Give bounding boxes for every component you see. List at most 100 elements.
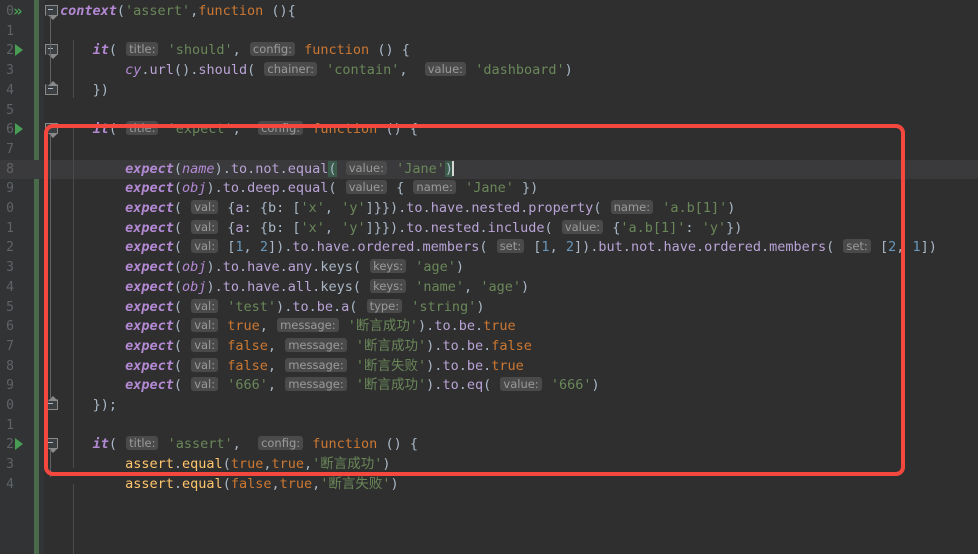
- punctuation: [109, 318, 117, 334]
- punctuation: (: [271, 3, 280, 19]
- code-line[interactable]: assert.equal(false,true,'断言失败'): [60, 475, 399, 495]
- line-number: 3: [6, 63, 14, 79]
- gutter-line-row: 3: [0, 455, 44, 475]
- punctuation: [255, 62, 263, 78]
- code-line[interactable]: expect(obj).to.have.all.keys( keys: 'nam…: [60, 278, 529, 298]
- punctuation: ): [206, 259, 215, 276]
- punctuation: ,: [549, 239, 558, 256]
- punctuation: [60, 239, 68, 255]
- punctuation: ): [382, 456, 391, 473]
- code-fold-open-icon[interactable]: [45, 438, 58, 454]
- string-literal: 'string': [411, 298, 477, 315]
- code-line[interactable]: it( title: 'expect', config: function ()…: [60, 120, 418, 140]
- line-number: 0: [6, 398, 14, 413]
- code-line[interactable]: expect( val: [1, 2]).to.have.ordered.mem…: [60, 238, 937, 258]
- punctuation: ,: [324, 219, 334, 236]
- punctuation: [84, 220, 92, 236]
- keyword: function: [312, 121, 378, 138]
- fold-region-line: [50, 16, 51, 83]
- punctuation: [84, 377, 92, 393]
- keyword: true: [230, 456, 264, 473]
- punctuation: .: [214, 259, 223, 276]
- code-fold-close-icon[interactable]: [45, 396, 58, 412]
- punctuation: :: [685, 219, 694, 236]
- chain-method: to: [406, 200, 423, 216]
- punctuation: [117, 220, 125, 236]
- chain-method: to: [434, 318, 451, 335]
- parameter-hint: type:: [366, 298, 403, 313]
- chain-method: members: [422, 239, 480, 256]
- punctuation: }: [381, 200, 391, 216]
- code-line[interactable]: expect( val: true, message: '断言成功').to.b…: [60, 317, 516, 337]
- punctuation: [60, 200, 68, 216]
- punctuation: [357, 299, 365, 315]
- punctuation: (: [108, 436, 117, 453]
- expect-call: expect: [125, 200, 174, 216]
- expect-call: expect: [125, 318, 174, 335]
- code-fold-open-icon[interactable]: [45, 44, 58, 60]
- chain-method: nested: [430, 219, 480, 236]
- punctuation: [241, 436, 249, 452]
- punctuation: [117, 161, 125, 177]
- chain-method: to: [222, 278, 239, 295]
- punctuation: [553, 220, 561, 236]
- code-content[interactable]: context('assert',function (){ it( title:…: [60, 0, 978, 554]
- code-line[interactable]: cy.url().should( chainer: 'contain', val…: [60, 61, 573, 81]
- chain-method: not: [255, 160, 280, 177]
- code-line[interactable]: it( title: 'should', config: function ()…: [60, 41, 410, 61]
- chain-method: be: [466, 357, 484, 374]
- chain-method: url: [149, 62, 174, 79]
- parameter-hint: config:: [258, 121, 304, 136]
- punctuation: .: [333, 298, 342, 315]
- chain-method: nested: [471, 200, 521, 216]
- keyword: true: [271, 456, 304, 473]
- punctuation: .: [238, 180, 248, 197]
- string-literal: '断言成功': [347, 318, 419, 335]
- code-line[interactable]: expect( val: false, message: '断言失败').to.…: [60, 357, 524, 377]
- parameter-hint: val:: [191, 239, 219, 254]
- parameter-hint: val:: [191, 377, 219, 392]
- code-line[interactable]: });: [60, 396, 117, 416]
- punctuation: [101, 62, 109, 78]
- code-editor[interactable]: 0 1 2 3 4 5 6 7 8 9 0 1 2 3 4 5 6 7 8 9 0 1 2 3 4» context('asse…: [0, 0, 978, 554]
- punctuation: ): [182, 62, 191, 79]
- code-line[interactable]: expect( val: {a: {b: ['x', 'y']}}).to.ha…: [60, 199, 735, 219]
- code-fold-open-icon[interactable]: [45, 5, 58, 20]
- string-literal: 'contain': [326, 62, 400, 79]
- punctuation: ): [206, 278, 215, 295]
- code-line[interactable]: expect(obj).to.deep.equal( value: { name…: [60, 179, 538, 199]
- code-line[interactable]: it( title: 'assert', config: function ()…: [60, 435, 418, 455]
- code-line[interactable]: }): [60, 81, 109, 101]
- punctuation: [93, 338, 101, 354]
- code-line[interactable]: expect( val: 'test').to.be.a( type: 'str…: [60, 298, 484, 318]
- punctuation: [101, 318, 109, 334]
- punctuation: [101, 377, 109, 393]
- punctuation: [84, 318, 92, 334]
- punctuation: [109, 161, 117, 177]
- number-literal: 2: [565, 239, 574, 256]
- punctuation: [101, 476, 109, 492]
- punctuation: {: [401, 42, 410, 59]
- code-line[interactable]: expect( val: false, message: '断言成功').to.…: [60, 337, 532, 357]
- code-fold-open-icon[interactable]: [45, 123, 58, 139]
- punctuation: [402, 121, 410, 137]
- code-line[interactable]: context('assert',function (){: [60, 2, 296, 22]
- punctuation: ): [928, 239, 937, 256]
- string-literal: 'x': [300, 219, 325, 236]
- punctuation: ,: [232, 121, 241, 138]
- code-line[interactable]: expect(name).to.not.equal( value: 'Jane'…: [60, 160, 455, 180]
- punctuation: [182, 358, 190, 374]
- punctuation: [93, 62, 101, 78]
- code-line[interactable]: expect( val: {a: {b: ['x', 'y']}}).to.ne…: [60, 219, 742, 239]
- test-function: context: [60, 3, 117, 19]
- code-line[interactable]: expect(obj).to.have.any.keys( keys: 'age…: [60, 258, 464, 278]
- parameter-hint: val:: [191, 318, 219, 333]
- punctuation: ]: [267, 239, 277, 256]
- code-line[interactable]: assert.equal(true,true,'断言成功'): [60, 455, 391, 475]
- parameter-hint: set:: [843, 239, 871, 254]
- punctuation: [117, 200, 125, 216]
- punctuation: ,: [267, 377, 277, 394]
- punctuation: (: [222, 456, 231, 473]
- code-fold-close-icon[interactable]: [45, 80, 58, 97]
- code-line[interactable]: expect( val: '666', message: '断言成功').to.…: [60, 376, 600, 396]
